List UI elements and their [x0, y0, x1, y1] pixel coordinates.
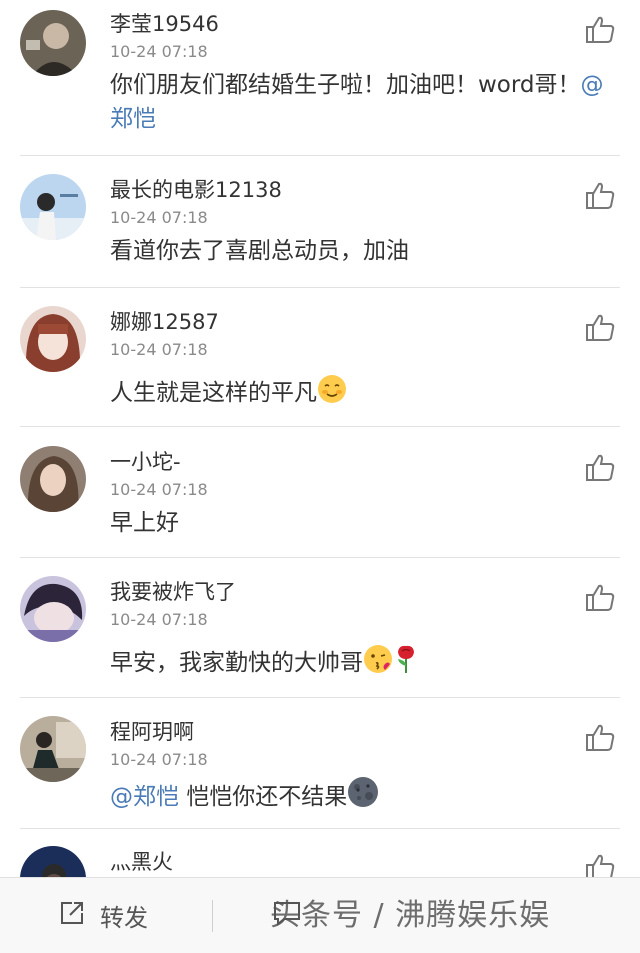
- comment-timestamp: 10-24 07:18: [110, 340, 208, 359]
- comment-item: 程阿玥啊 10-24 07:18 @郑恺 恺恺你还不结果: [0, 708, 640, 828]
- like-icon[interactable]: [584, 582, 616, 614]
- comment-item: 娜娜12587 10-24 07:18 人生就是这样的平凡: [0, 298, 640, 426]
- like-icon[interactable]: [584, 722, 616, 754]
- comment-text: 人生就是这样的平凡: [110, 374, 610, 414]
- like-icon[interactable]: [584, 180, 616, 212]
- comment-username[interactable]: 一小坨-: [110, 446, 181, 476]
- comment-item: 我要被炸飞了 10-24 07:18 早安，我家勤快的大帅哥: [0, 568, 640, 698]
- divider: [20, 557, 620, 558]
- avatar[interactable]: [20, 306, 86, 372]
- like-icon[interactable]: [584, 452, 616, 484]
- comment-text-body: 早安，我家勤快的大帅哥: [110, 650, 363, 676]
- comment-text: 早上好: [110, 510, 179, 536]
- divider: [20, 287, 620, 288]
- comment-text: @郑恺 恺恺你还不结果: [110, 776, 610, 818]
- comment-username[interactable]: 最长的电影12138: [110, 174, 282, 204]
- comment-item: 最长的电影12138 10-24 07:18 看道你去了喜剧总动员，加油: [0, 166, 640, 286]
- comment-item: 灬黑火: [0, 838, 640, 912]
- comment-text: 早安，我家勤快的大帅哥: [110, 644, 610, 684]
- divider: [20, 155, 620, 156]
- kiss-emoji: [363, 644, 393, 684]
- like-icon[interactable]: [584, 14, 616, 46]
- mention-link[interactable]: @郑恺: [110, 784, 179, 810]
- rose-emoji: [393, 644, 419, 684]
- like-icon[interactable]: [584, 312, 616, 344]
- comment-text-body: 你们朋友们都结婚生子啦！加油吧！word哥！: [110, 72, 581, 98]
- comment-timestamp: 10-24 07:18: [110, 480, 208, 499]
- comment-username[interactable]: 娜娜12587: [110, 306, 219, 336]
- comment-timestamp: 10-24 07:18: [110, 208, 208, 227]
- divider: [20, 828, 620, 829]
- avatar[interactable]: [20, 576, 86, 642]
- comment-username[interactable]: 灬黑火: [110, 846, 173, 876]
- divider: [212, 900, 213, 932]
- share-icon: [58, 899, 86, 933]
- comment-item: 李莹19546 10-24 07:18 你们朋友们都结婚生子啦！加油吧！word…: [0, 0, 640, 155]
- comment-username[interactable]: 我要被炸飞了: [110, 576, 236, 606]
- forward-button[interactable]: 转发: [58, 878, 148, 953]
- forward-label: 转发: [100, 904, 148, 932]
- watermark: 头条号 / 沸腾娱乐娱: [270, 898, 551, 933]
- comment-timestamp: 10-24 07:18: [110, 42, 208, 61]
- avatar[interactable]: [20, 174, 86, 240]
- comment-text-body: 恺恺你还不结果: [179, 784, 348, 810]
- avatar[interactable]: [20, 10, 86, 76]
- comment-text: 看道你去了喜剧总动员，加油: [110, 238, 409, 264]
- comment-item: 一小坨- 10-24 07:18 早上好: [0, 438, 640, 558]
- divider: [20, 426, 620, 427]
- comment-username[interactable]: 李莹19546: [110, 8, 219, 38]
- blush-emoji: [317, 374, 347, 414]
- comment-text: 你们朋友们都结婚生子啦！加油吧！word哥！@郑恺: [110, 68, 610, 136]
- avatar[interactable]: [20, 716, 86, 782]
- divider: [20, 697, 620, 698]
- comment-username[interactable]: 程阿玥啊: [110, 716, 194, 746]
- comment-timestamp: 10-24 07:18: [110, 750, 208, 769]
- comment-timestamp: 10-24 07:18: [110, 610, 208, 629]
- comment-text-body: 人生就是这样的平凡: [110, 380, 317, 406]
- avatar[interactable]: [20, 446, 86, 512]
- new-moon-face-emoji: [347, 776, 379, 818]
